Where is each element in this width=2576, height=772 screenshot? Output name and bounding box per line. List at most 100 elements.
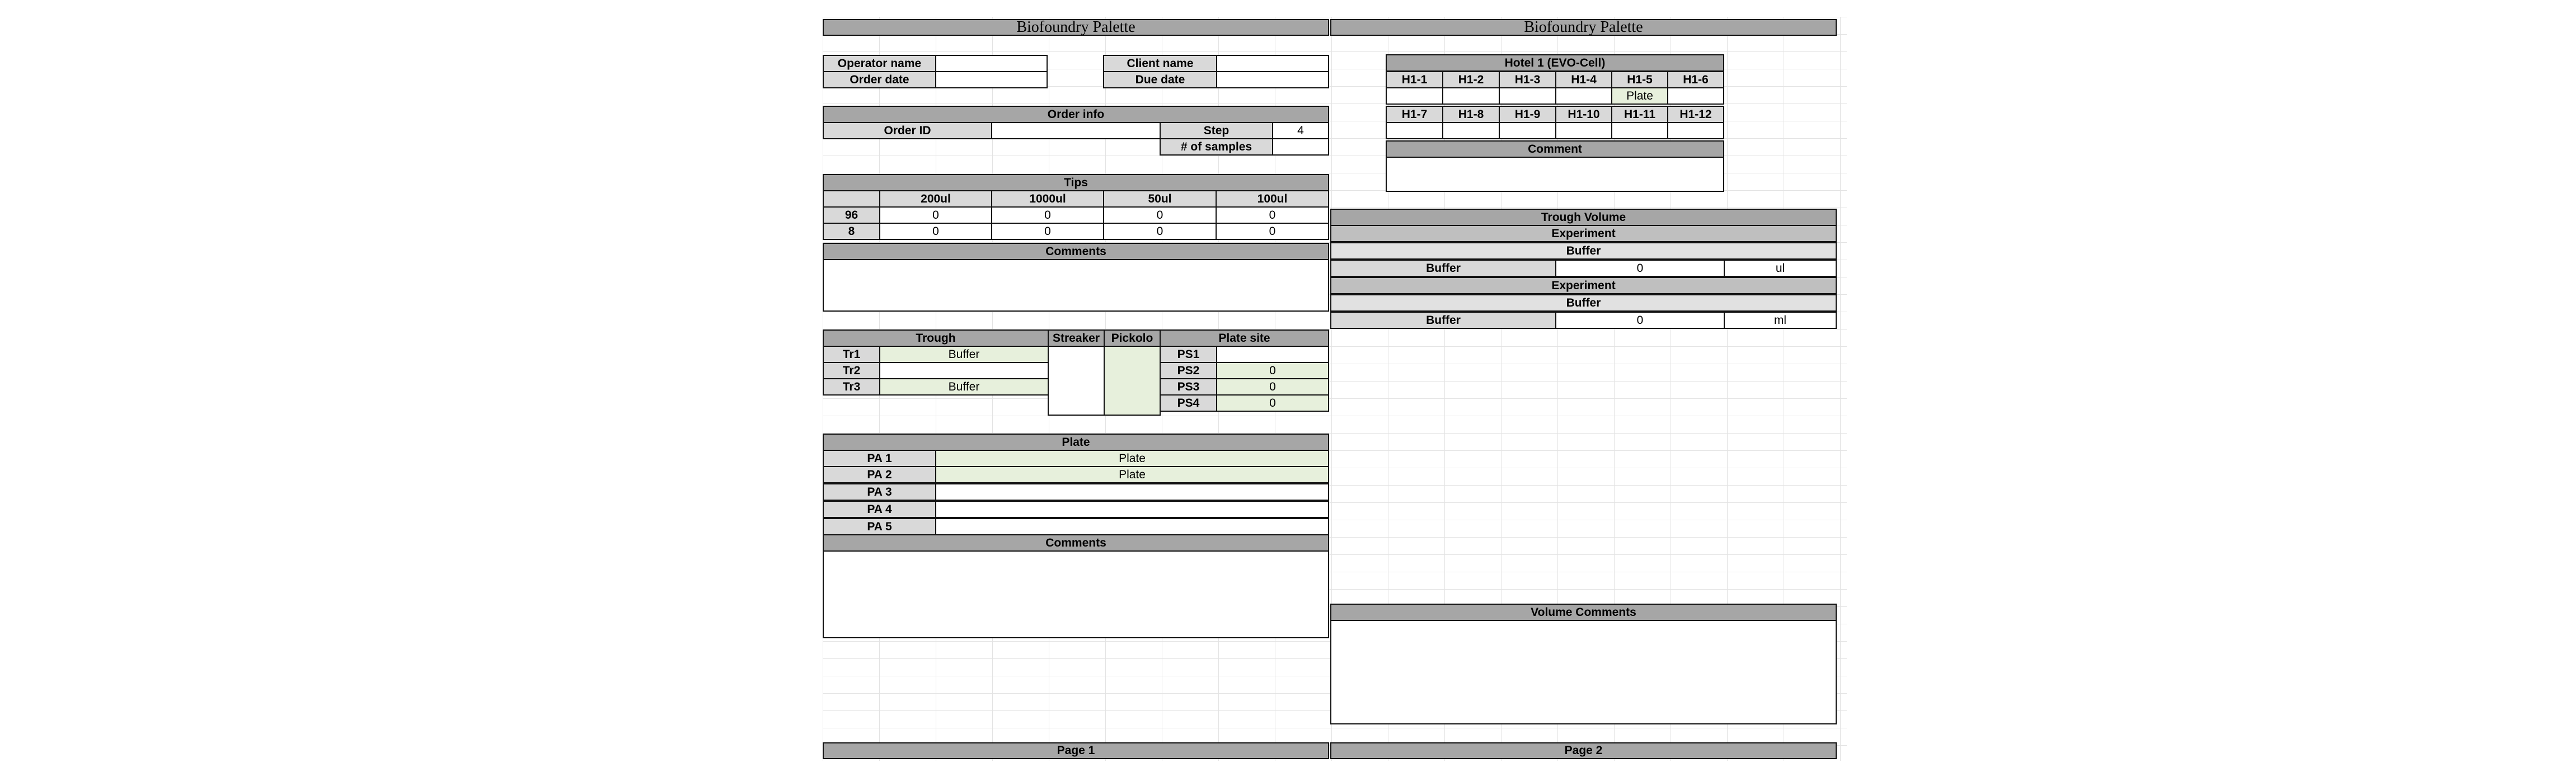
hotel-slot-label: H1-11: [1611, 106, 1668, 123]
hotel-slot-cell[interactable]: Plate: [1611, 87, 1668, 105]
hotel-slot-label: H1-6: [1667, 71, 1724, 88]
experiment-header: Experiment: [1330, 277, 1837, 294]
plate-cell[interactable]: Plate: [935, 466, 1329, 483]
plate-cell[interactable]: [935, 501, 1329, 518]
comments-box[interactable]: [823, 550, 1329, 638]
plate-row-label: PA 1: [823, 450, 936, 467]
hotel-slot-cell[interactable]: [1555, 87, 1612, 105]
trough-cell[interactable]: Buffer: [879, 378, 1049, 396]
hotel-slot-cell[interactable]: [1386, 87, 1443, 105]
trough-volume-row-label: Buffer: [1330, 260, 1556, 277]
tips-cell[interactable]: 0: [1103, 223, 1217, 240]
order-info-header: Order info: [823, 106, 1329, 123]
tips-col-header: 100ul: [1216, 190, 1329, 208]
plate-site-label: PS2: [1160, 362, 1217, 379]
trough-row-label: Tr3: [823, 378, 880, 396]
tips-cell[interactable]: 0: [879, 223, 992, 240]
experiment-name: Buffer: [1330, 242, 1837, 260]
samples-cell[interactable]: [1272, 138, 1329, 156]
operator-name-label: Operator name: [823, 55, 936, 72]
hotel-slot-label: H1-3: [1499, 71, 1556, 88]
operator-name-cell[interactable]: [935, 55, 1048, 72]
tips-corner-cell: [823, 190, 880, 208]
order-id-cell[interactable]: [991, 122, 1161, 139]
volume-comments-box[interactable]: [1330, 620, 1837, 724]
step-label: Step: [1160, 122, 1273, 139]
plate-site-cell[interactable]: 0: [1216, 394, 1329, 412]
plate-site-label: PS4: [1160, 394, 1217, 412]
tips-row-label: 8: [823, 223, 880, 240]
trough-volume-unit[interactable]: ul: [1724, 260, 1837, 277]
comments-box[interactable]: [823, 259, 1329, 312]
order-id-label: Order ID: [823, 122, 992, 139]
streaker-cell[interactable]: [1048, 346, 1105, 416]
trough-cell[interactable]: Buffer: [879, 346, 1049, 363]
tips-cell[interactable]: 0: [879, 206, 992, 224]
plate-site-cell[interactable]: 0: [1216, 362, 1329, 379]
plate-site-label: PS3: [1160, 378, 1217, 396]
plate-row-label: PA 3: [823, 483, 936, 501]
tips-row-label: 96: [823, 206, 880, 224]
comments-header: Comments: [823, 534, 1329, 552]
trough-cell[interactable]: [879, 362, 1049, 379]
page1-title: Biofoundry Palette: [823, 19, 1329, 36]
plate-site-header: Plate site: [1160, 329, 1329, 347]
volume-comments-header: Volume Comments: [1330, 604, 1837, 621]
plate-site-cell[interactable]: 0: [1216, 378, 1329, 396]
order-date-label: Order date: [823, 71, 936, 88]
hotel-slot-label: H1-12: [1667, 106, 1724, 123]
plate-header: Plate: [823, 434, 1329, 451]
hotel-slot-label: H1-2: [1442, 71, 1500, 88]
tips-cell[interactable]: 0: [991, 206, 1104, 224]
plate-cell[interactable]: [935, 518, 1329, 535]
tips-col-header: 200ul: [879, 190, 992, 208]
pickolo-cell[interactable]: [1104, 346, 1161, 416]
hotel-header: Hotel 1 (EVO-Cell): [1386, 54, 1724, 72]
hotel-slot-cell[interactable]: [1667, 87, 1724, 105]
hotel-slot-cell[interactable]: [1667, 122, 1724, 139]
due-date-label: Due date: [1103, 71, 1217, 88]
hotel-slot-cell[interactable]: [1386, 122, 1443, 139]
trough-volume-header: Trough Volume: [1330, 209, 1837, 226]
hotel-slot-cell[interactable]: [1499, 122, 1556, 139]
hotel-comment-box[interactable]: [1386, 157, 1724, 192]
plate-site-label: PS1: [1160, 346, 1217, 363]
trough-volume-row-label: Buffer: [1330, 312, 1556, 329]
tips-cell[interactable]: 0: [1216, 206, 1329, 224]
hotel-slot-label: H1-5: [1611, 71, 1668, 88]
plate-cell[interactable]: [935, 483, 1329, 501]
client-name-cell[interactable]: [1216, 55, 1329, 72]
samples-label: # of samples: [1160, 138, 1273, 156]
hotel-slot-label: H1-1: [1386, 71, 1443, 88]
order-date-cell[interactable]: [935, 71, 1048, 88]
trough-volume-value[interactable]: 0: [1555, 260, 1725, 277]
hotel-slot-label: H1-4: [1555, 71, 1612, 88]
trough-volume-unit[interactable]: ml: [1724, 312, 1837, 329]
hotel-slot-cell[interactable]: [1499, 87, 1556, 105]
hotel-slot-cell[interactable]: [1555, 122, 1612, 139]
tips-col-header: 1000ul: [991, 190, 1104, 208]
client-name-label: Client name: [1103, 55, 1217, 72]
streaker-header: Streaker: [1048, 329, 1105, 347]
hotel-slot-cell[interactable]: [1611, 122, 1668, 139]
plate-cell[interactable]: Plate: [935, 450, 1329, 467]
hotel-slot-label: H1-9: [1499, 106, 1556, 123]
hotel-slot-label: H1-7: [1386, 106, 1443, 123]
page1-footer: Page 1: [823, 742, 1329, 759]
tips-cell[interactable]: 0: [1103, 206, 1217, 224]
hotel-slot-cell[interactable]: [1442, 87, 1500, 105]
plate-row-label: PA 2: [823, 466, 936, 483]
experiment-name: Buffer: [1330, 294, 1837, 312]
tips-cell[interactable]: 0: [991, 223, 1104, 240]
trough-volume-value[interactable]: 0: [1555, 312, 1725, 329]
due-date-cell[interactable]: [1216, 71, 1329, 88]
spreadsheet: Biofoundry Palette Operator name Order d…: [0, 0, 2576, 772]
step-cell[interactable]: 4: [1272, 122, 1329, 139]
hotel-slot-label: H1-10: [1555, 106, 1612, 123]
plate-row-label: PA 4: [823, 501, 936, 518]
tips-cell[interactable]: 0: [1216, 223, 1329, 240]
tips-header: Tips: [823, 174, 1329, 191]
hotel-slot-cell[interactable]: [1442, 122, 1500, 139]
tips-col-header: 50ul: [1103, 190, 1217, 208]
plate-site-cell[interactable]: [1216, 346, 1329, 363]
